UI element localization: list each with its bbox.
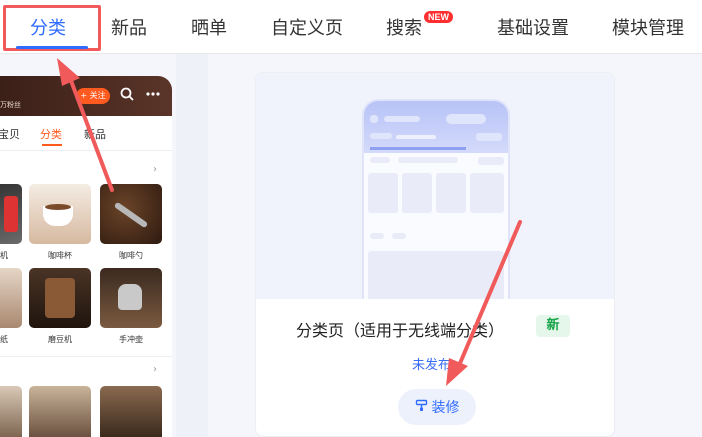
thumbnail-block <box>398 157 458 163</box>
new-tag: 新 <box>536 315 570 337</box>
tab-search[interactable]: 搜索 <box>386 14 422 40</box>
thumbnail-block <box>476 133 502 141</box>
product-image[interactable] <box>100 268 162 328</box>
decorate-label: 装修 <box>431 400 460 416</box>
product-label: 机 <box>0 251 8 260</box>
thumbnail-block <box>470 173 504 213</box>
product-image[interactable] <box>29 386 91 437</box>
product-label: 咖啡勺 <box>119 251 143 260</box>
tab-category[interactable]: 分类 <box>30 14 66 40</box>
product-label: 纸 <box>0 335 8 344</box>
fans-count: 万粉丝 <box>0 101 21 109</box>
search-icon[interactable] <box>120 87 134 105</box>
thumbnail-block <box>370 157 390 163</box>
shop-tab-items[interactable]: 宝贝 <box>0 126 20 142</box>
thumbnail-block <box>396 135 436 139</box>
thumbnail-block <box>368 173 398 213</box>
shop-header: 万粉丝 + 关注 <box>0 76 172 116</box>
canvas-gutter <box>176 54 208 437</box>
chevron-right-icon[interactable]: › <box>153 164 157 175</box>
thumbnail-block <box>392 233 406 239</box>
template-thumbnail <box>362 99 510 299</box>
follow-button[interactable]: + 关注 <box>76 88 110 104</box>
shop-tab-category[interactable]: 分类 <box>40 126 62 142</box>
template-title: 分类页（适用于无线端分类） <box>296 321 505 340</box>
product-image[interactable] <box>0 268 22 328</box>
thumbnail-block <box>370 133 392 139</box>
top-tab-bar: 分类 新品 晒单 自定义页 搜索 NEW 基础设置 模块管理 <box>0 0 702 54</box>
product-image[interactable] <box>29 184 91 244</box>
publish-status: 未发布 <box>412 358 452 373</box>
phone-preview: 万粉丝 + 关注 宝贝 分类 新品 › 机 咖啡杯 咖啡勺 纸 磨豆机 手冲壶 … <box>0 76 172 437</box>
more-icon[interactable] <box>145 88 161 104</box>
decorate-button[interactable]: 装修 <box>398 389 476 425</box>
tab-basic-settings[interactable]: 基础设置 <box>497 14 569 40</box>
shop-tab-new[interactable]: 新品 <box>84 126 106 142</box>
product-label: 手冲壶 <box>119 335 143 344</box>
divider <box>0 356 172 357</box>
chevron-right-icon[interactable]: › <box>153 364 157 375</box>
thumbnail-block <box>436 173 466 213</box>
tab-new-products[interactable]: 新品 <box>111 14 147 40</box>
product-image[interactable] <box>100 386 162 437</box>
product-label: 磨豆机 <box>48 335 72 344</box>
template-card: 分类页（适用于无线端分类） 新 未发布 装修 <box>255 72 615 437</box>
thumbnail-block <box>446 114 486 124</box>
thumbnail-block <box>402 173 432 213</box>
thumbnail-block <box>370 115 378 123</box>
tab-custom-page[interactable]: 自定义页 <box>271 14 343 40</box>
divider <box>0 150 172 151</box>
product-image[interactable] <box>0 386 22 437</box>
product-label: 咖啡杯 <box>48 251 72 260</box>
brush-icon <box>415 399 428 416</box>
thumbnail-block <box>384 116 420 122</box>
thumbnail-block <box>368 251 504 299</box>
thumbnail-header <box>364 101 508 153</box>
shop-tabs: 宝贝 分类 新品 <box>0 116 172 150</box>
thumbnail-block <box>478 157 504 165</box>
template-preview <box>256 73 614 299</box>
product-image[interactable] <box>0 184 22 244</box>
thumbnail-block <box>370 233 384 239</box>
product-image[interactable] <box>29 268 91 328</box>
active-tab-underline <box>16 46 88 49</box>
tab-module-management[interactable]: 模块管理 <box>612 14 684 40</box>
product-image[interactable] <box>100 184 162 244</box>
new-badge: NEW <box>424 11 453 23</box>
tab-reviews[interactable]: 晒单 <box>191 14 227 40</box>
shop-tab-underline <box>42 144 62 146</box>
thumbnail-block <box>370 147 466 150</box>
